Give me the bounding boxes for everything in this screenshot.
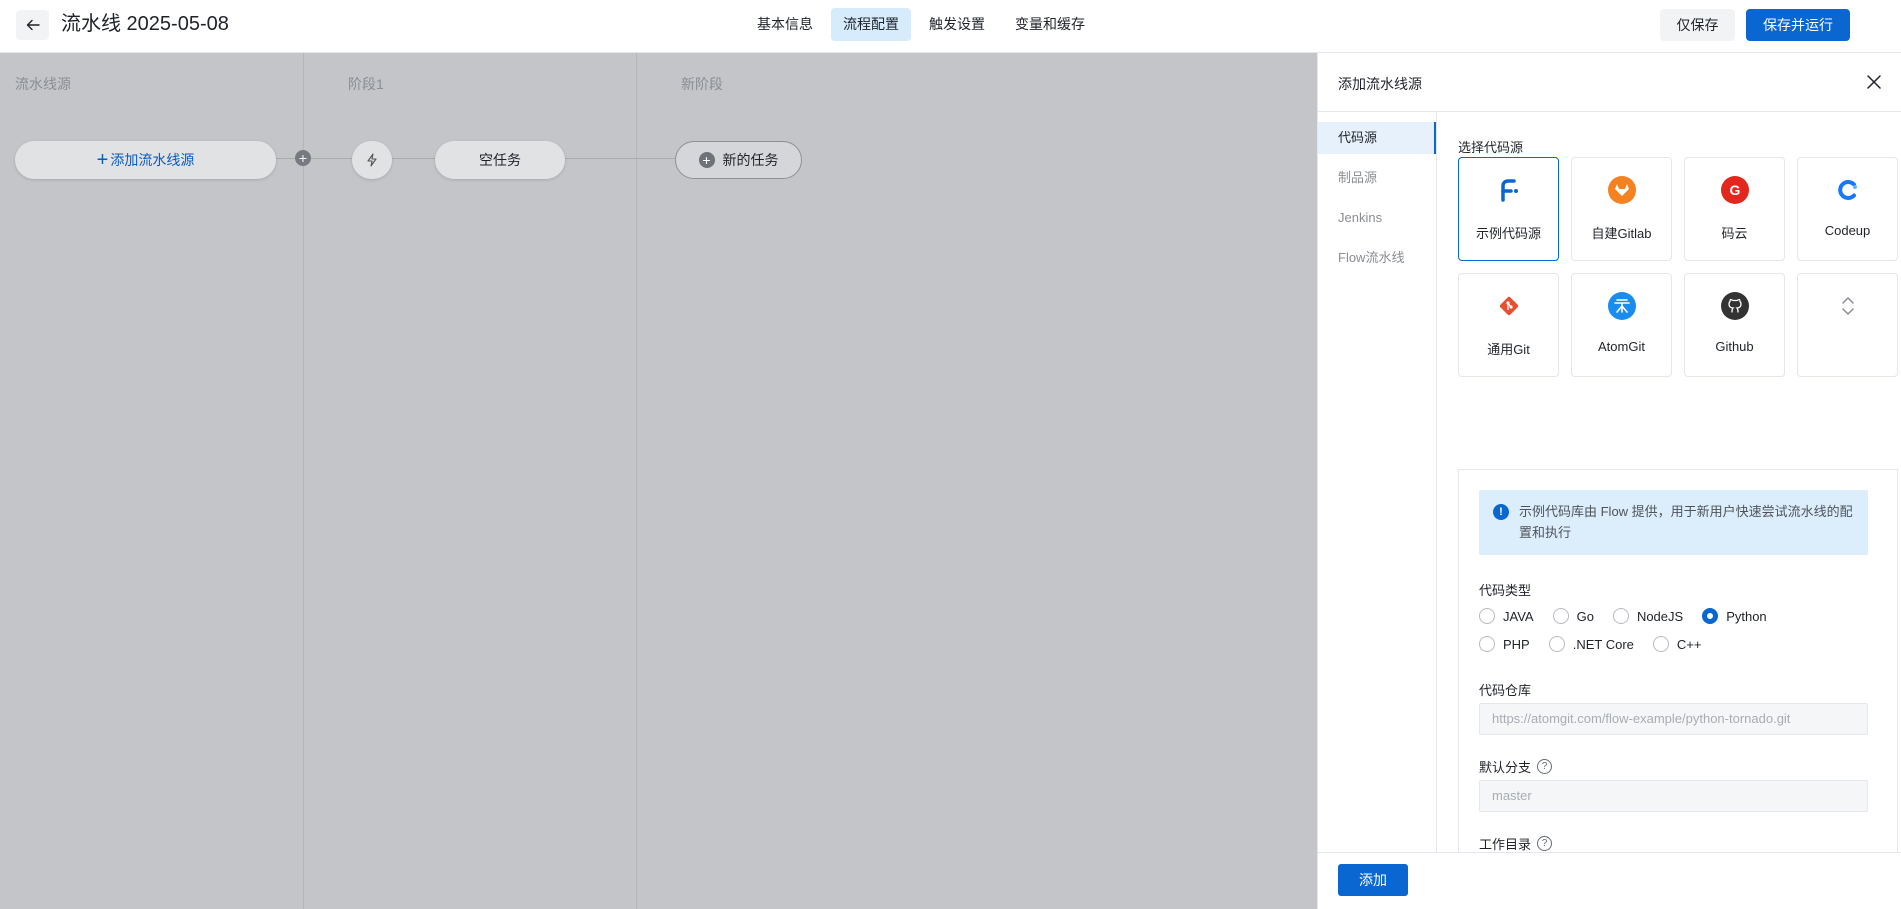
new-task-label: 新的任务 (722, 152, 779, 168)
flow-icon (1495, 176, 1523, 204)
source-card-gitee[interactable]: G 码云 (1684, 157, 1785, 261)
nav-item-code-source[interactable]: 代码源 (1318, 122, 1436, 154)
gitlab-icon (1608, 176, 1636, 204)
nav-item-flow-pipeline[interactable]: Flow流水线 (1318, 242, 1436, 274)
expand-chevron-icon (1834, 292, 1862, 320)
source-name: Codeup (1824, 223, 1871, 238)
code-type-radio-row: JAVA Go NodeJS Python (1479, 608, 1786, 624)
info-text: 示例代码库由 Flow 提供，用于新用户快速尝试流水线的配置和执行 (1519, 504, 1853, 540)
drawer-body: 选择代码源 示例代码源 自建Gitlab G 码云 Codeup 通用Git A… (1438, 112, 1901, 852)
help-icon[interactable]: ? (1537, 759, 1553, 774)
drawer-footer: 添加 (1318, 852, 1901, 909)
close-button[interactable] (1864, 72, 1884, 92)
tab-trigger-settings[interactable]: 触发设置 (917, 8, 997, 41)
radio-circle (1552, 608, 1569, 624)
repo-input[interactable]: https://atomgit.com/flow-example/python-… (1479, 703, 1868, 735)
source-card-more[interactable] (1797, 273, 1898, 377)
workdir-label: 工作目录 ? (1479, 834, 1553, 852)
connector-line (565, 158, 675, 159)
atomgit-icon (1608, 292, 1636, 320)
source-name: 通用Git (1487, 342, 1530, 357)
stage-title: 流水线源 (15, 76, 71, 92)
pipeline-canvas: 流水线源 阶段1 新阶段 + 添加流水线源 + 空任务 + 新的任务 (0, 53, 1317, 909)
top-header: 流水线 2025-05-08 基本信息 流程配置 触发设置 变量和缓存 仅保存 … (0, 0, 1901, 53)
radio-go[interactable]: Go (1552, 608, 1594, 624)
source-card-github[interactable]: Github (1684, 273, 1785, 377)
gitee-icon: G (1721, 176, 1749, 204)
radio-dotnet-core[interactable]: .NET Core (1548, 636, 1634, 652)
repo-label: 代码仓库 (1479, 683, 1532, 698)
close-icon (1867, 75, 1881, 89)
help-icon[interactable]: ? (1537, 836, 1553, 851)
back-button[interactable] (16, 10, 49, 40)
source-card-codeup[interactable]: Codeup (1797, 157, 1898, 261)
stage-title: 阶段1 (348, 76, 384, 92)
connector-line (276, 158, 352, 159)
codeup-icon (1834, 176, 1862, 204)
radio-circle-checked (1702, 608, 1719, 624)
header-tabs: 基本信息 流程配置 触发设置 变量和缓存 (745, 8, 1097, 41)
radio-circle (1479, 608, 1495, 624)
radio-nodejs[interactable]: NodeJS (1612, 608, 1683, 624)
save-only-button[interactable]: 仅保存 (1660, 9, 1735, 41)
add-stage-plus-icon[interactable]: + (295, 150, 311, 166)
source-name: Github (1715, 339, 1754, 354)
nav-item-jenkins[interactable]: Jenkins (1318, 202, 1436, 234)
github-icon (1721, 292, 1749, 320)
git-icon (1495, 292, 1523, 320)
code-type-radio-row: PHP .NET Core C++ (1479, 636, 1720, 652)
stage-column-source: 流水线源 (0, 53, 304, 909)
empty-task-node[interactable]: 空任务 (435, 141, 565, 179)
source-card-atomgit[interactable]: AtomGit (1571, 273, 1672, 377)
radio-circle (1612, 608, 1629, 624)
add-source-label: 添加流水线源 (110, 152, 195, 168)
lightning-icon (367, 153, 377, 167)
save-and-run-button[interactable]: 保存并运行 (1746, 9, 1850, 41)
tab-variables-cache[interactable]: 变量和缓存 (1003, 8, 1097, 41)
code-type-label: 代码类型 (1479, 583, 1532, 598)
new-task-button[interactable]: + 新的任务 (675, 141, 802, 179)
source-config-panel: ! 示例代码库由 Flow 提供，用于新用户快速尝试流水线的配置和执行 代码类型… (1458, 469, 1898, 852)
source-card-example[interactable]: 示例代码源 (1458, 157, 1559, 261)
info-banner: ! 示例代码库由 Flow 提供，用于新用户快速尝试流水线的配置和执行 (1479, 490, 1868, 555)
branch-input[interactable]: master (1479, 780, 1868, 812)
radio-circle (1652, 636, 1669, 652)
tab-process-config[interactable]: 流程配置 (831, 8, 911, 41)
add-source-drawer: 添加流水线源 代码源 制品源 Jenkins Flow流水线 选择代码源 示例代… (1317, 53, 1901, 909)
add-pipeline-source-button[interactable]: + 添加流水线源 (15, 141, 276, 179)
source-name: AtomGit (1598, 339, 1645, 354)
radio-java[interactable]: JAVA (1479, 608, 1534, 624)
source-type-nav: 代码源 制品源 Jenkins Flow流水线 (1318, 112, 1437, 852)
radio-python[interactable]: Python (1702, 608, 1767, 624)
radio-cpp[interactable]: C++ (1652, 636, 1701, 652)
connector-line (392, 158, 435, 159)
source-card-git[interactable]: 通用Git (1458, 273, 1559, 377)
select-source-label: 选择代码源 (1458, 140, 1524, 155)
drawer-title: 添加流水线源 (1338, 76, 1422, 92)
add-button[interactable]: 添加 (1338, 864, 1408, 896)
trigger-node[interactable] (352, 141, 392, 179)
plus-icon: + (96, 149, 109, 171)
default-branch-label: 默认分支 ? (1479, 757, 1553, 776)
radio-php[interactable]: PHP (1479, 636, 1530, 652)
page-title: 流水线 2025-05-08 (61, 13, 229, 35)
radio-circle (1548, 636, 1565, 652)
drawer-header: 添加流水线源 (1318, 53, 1901, 112)
stage-column-new: 新阶段 (637, 53, 1317, 909)
stage-column-1: 阶段1 (304, 53, 637, 909)
stage-title: 新阶段 (681, 76, 723, 92)
plus-circle-icon: + (698, 152, 715, 168)
nav-item-artifact-source[interactable]: 制品源 (1318, 162, 1436, 194)
radio-circle (1479, 636, 1495, 652)
info-icon: ! (1493, 504, 1509, 520)
source-card-gitlab[interactable]: 自建Gitlab (1571, 157, 1672, 261)
source-name: 自建Gitlab (1591, 226, 1652, 241)
arrow-left-icon (26, 19, 40, 31)
source-name: 码云 (1721, 226, 1748, 241)
source-name: 示例代码源 (1475, 226, 1541, 241)
tab-basic-info[interactable]: 基本信息 (745, 8, 825, 41)
